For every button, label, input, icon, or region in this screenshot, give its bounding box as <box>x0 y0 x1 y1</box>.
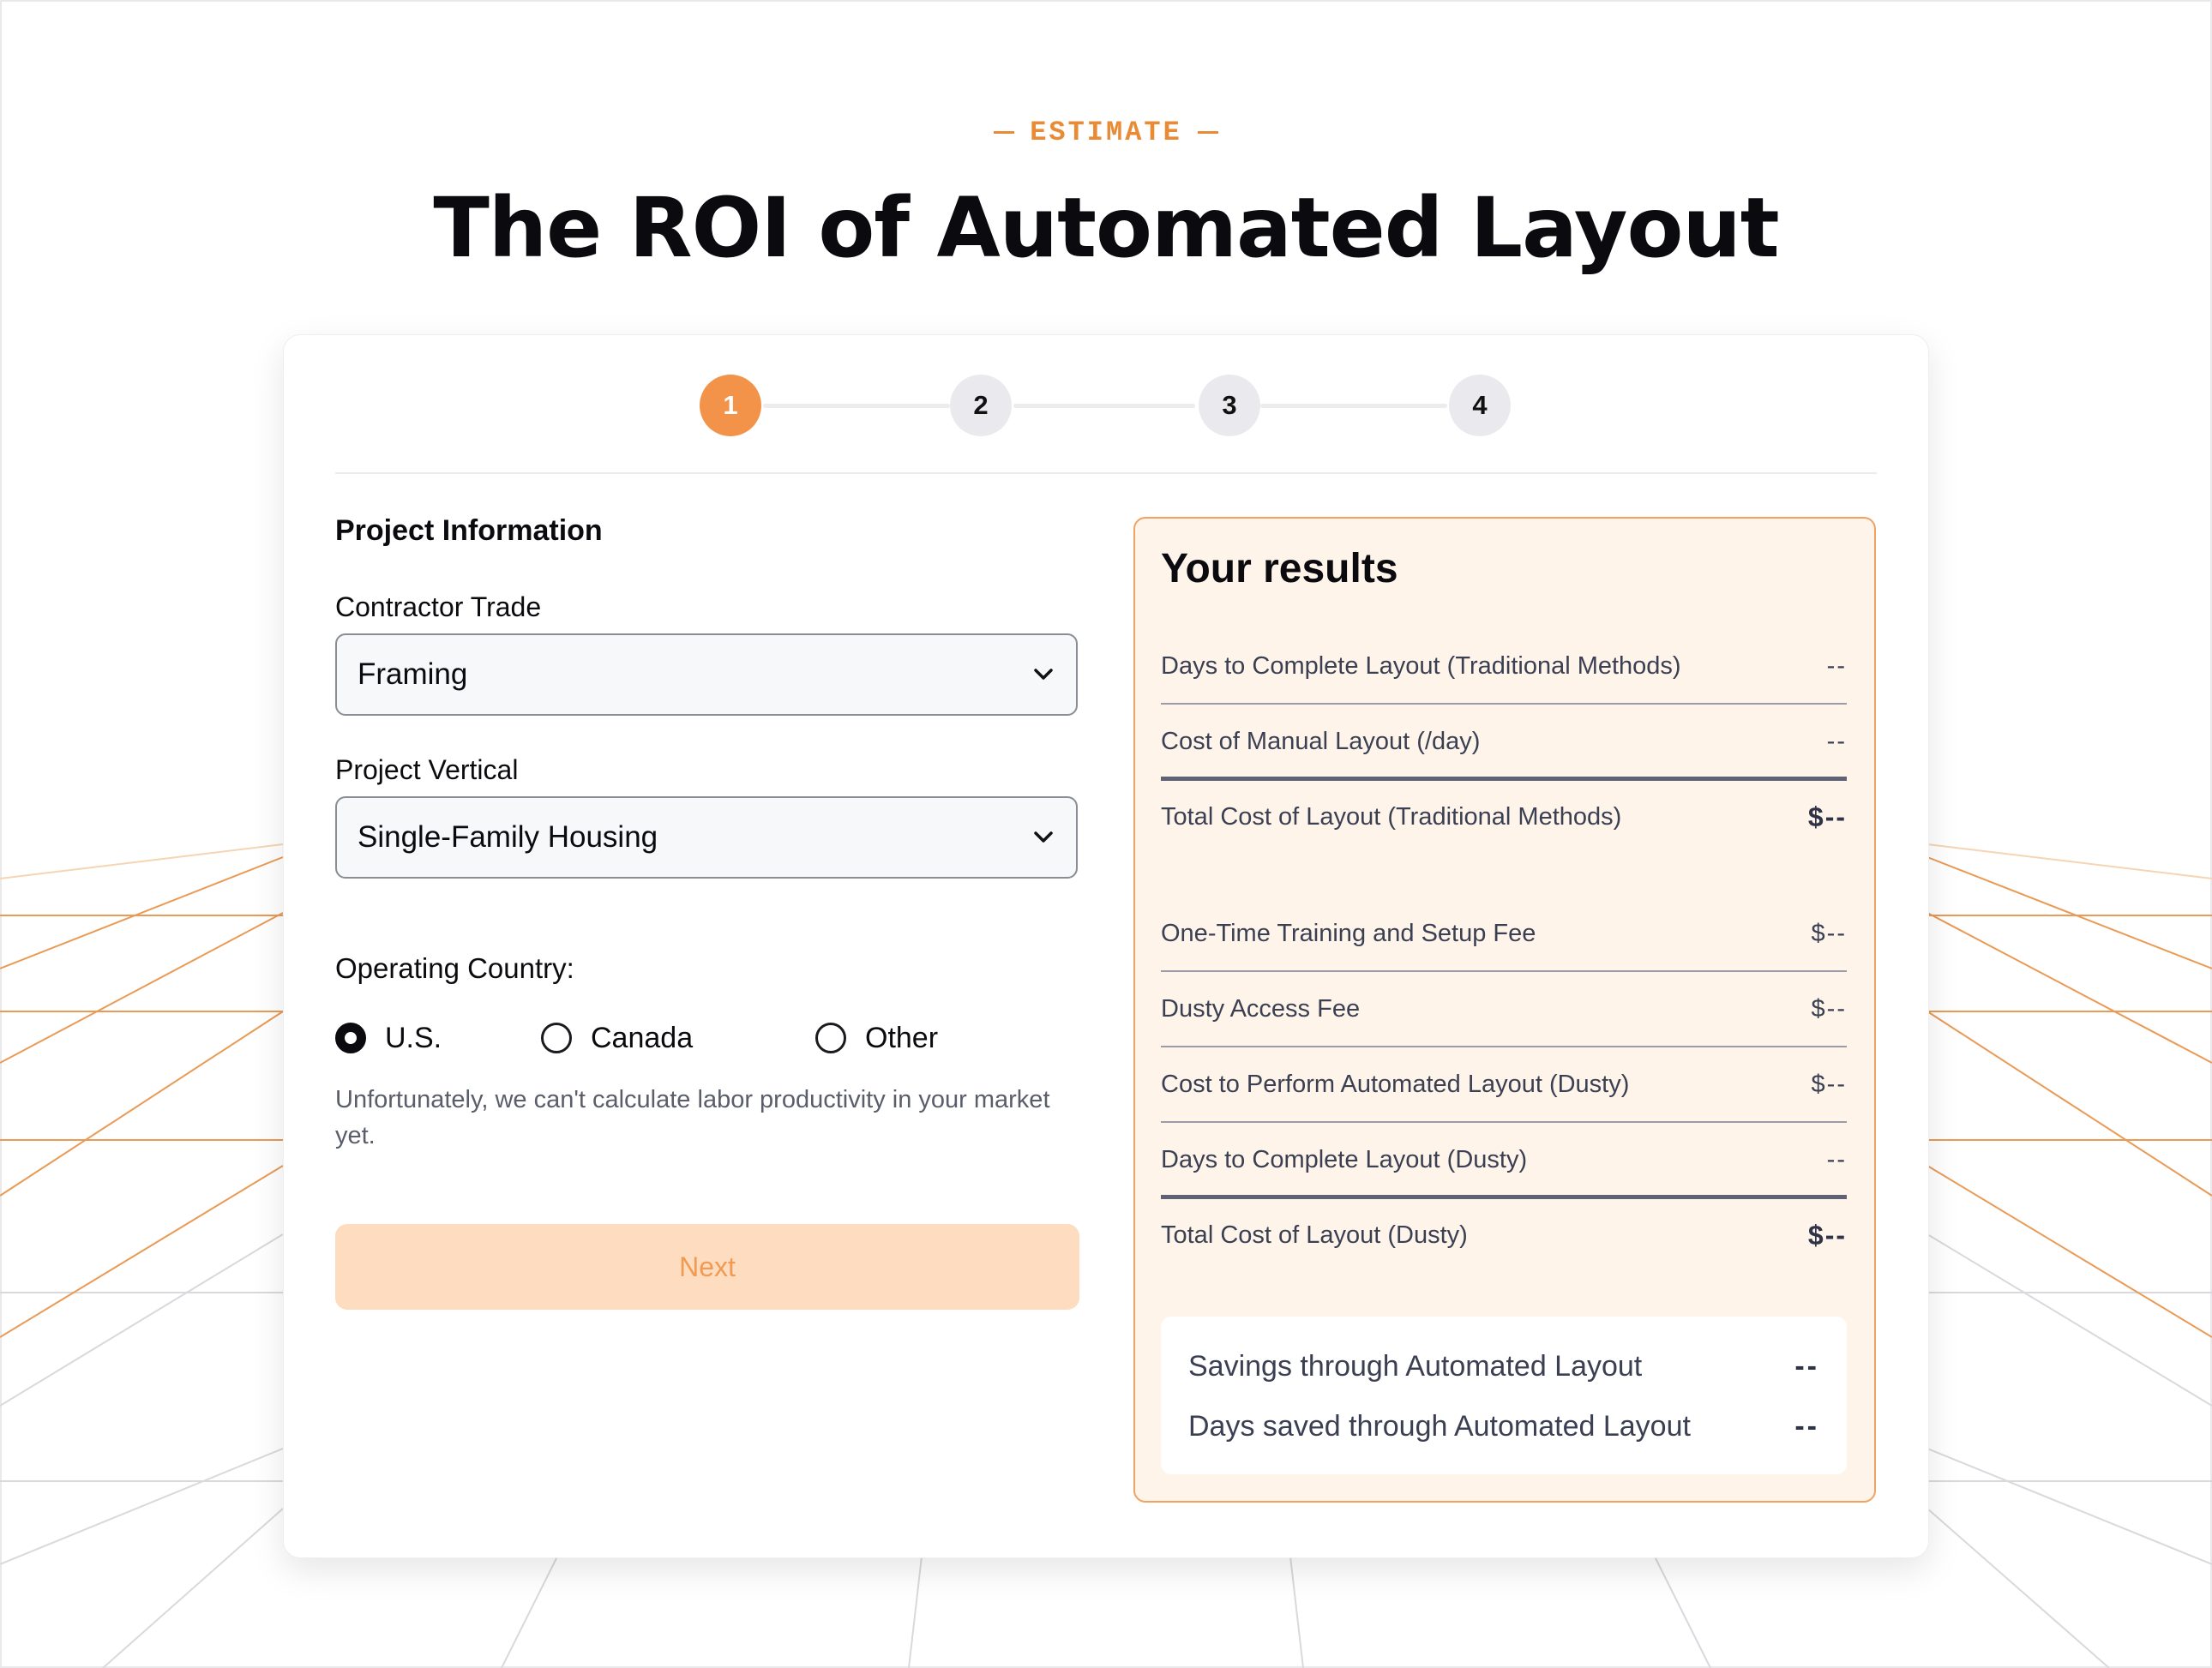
step-3[interactable]: 3 <box>1199 375 1260 436</box>
radio-unchecked-icon <box>541 1023 572 1053</box>
stepper-connector <box>1260 404 1447 408</box>
savings-box: Savings through Automated Layout -- Days… <box>1161 1317 1847 1474</box>
result-value: $-- <box>1811 919 1847 947</box>
result-divider <box>1161 970 1847 972</box>
results-title: Your results <box>1161 546 1398 591</box>
radio-other[interactable]: Other <box>815 1016 938 1060</box>
result-row: Dusty Access Fee $-- <box>1161 989 1847 1029</box>
contractor-trade-value: Framing <box>358 657 468 691</box>
next-button[interactable]: Next <box>335 1224 1079 1310</box>
stepper-divider <box>335 472 1877 474</box>
result-total-divider <box>1161 777 1847 781</box>
eyebrow-dash-left <box>994 130 1015 134</box>
result-row: Days to Complete Layout (Dusty) -- <box>1161 1140 1847 1179</box>
savings-value: -- <box>1794 1409 1819 1443</box>
result-row: Cost to Perform Automated Layout (Dusty)… <box>1161 1065 1847 1104</box>
section-title: Project Information <box>335 514 603 547</box>
result-label: Days to Complete Layout (Dusty) <box>1161 1145 1528 1173</box>
result-label: Dusty Access Fee <box>1161 994 1361 1023</box>
stepper: 1 2 3 4 <box>700 375 1512 436</box>
eyebrow-dash-right <box>1197 130 1218 134</box>
project-vertical-select[interactable]: Single-Family Housing <box>335 796 1078 879</box>
result-value: -- <box>1826 1145 1847 1173</box>
savings-value: -- <box>1794 1349 1819 1383</box>
step-2[interactable]: 2 <box>950 375 1012 436</box>
result-value: -- <box>1826 727 1847 755</box>
step-4[interactable]: 4 <box>1449 375 1511 436</box>
eyebrow: ESTIMATE <box>0 111 2212 153</box>
savings-label: Days saved through Automated Layout <box>1188 1409 1691 1443</box>
result-label: Total Cost of Layout (Dusty) <box>1161 1221 1468 1249</box>
savings-row: Days saved through Automated Layout -- <box>1188 1404 1819 1449</box>
radio-unchecked-icon <box>815 1023 846 1053</box>
result-divider <box>1161 1046 1847 1047</box>
operating-country-label: Operating Country: <box>335 952 574 984</box>
result-value: $-- <box>1807 1219 1847 1251</box>
result-value: $-- <box>1811 1070 1847 1098</box>
result-total-divider <box>1161 1195 1847 1199</box>
result-row: Days to Complete Layout (Traditional Met… <box>1161 646 1847 686</box>
chevron-down-icon <box>1031 825 1055 849</box>
result-row-total: Total Cost of Layout (Dusty) $-- <box>1161 1215 1847 1255</box>
result-value: -- <box>1826 651 1847 680</box>
project-vertical-label: Project Vertical <box>335 754 519 785</box>
result-value: $-- <box>1807 801 1847 832</box>
savings-label: Savings through Automated Layout <box>1188 1349 1643 1383</box>
result-row-total: Total Cost of Layout (Traditional Method… <box>1161 797 1847 837</box>
radio-us[interactable]: U.S. <box>335 1016 442 1060</box>
contractor-trade-select[interactable]: Framing <box>335 633 1078 716</box>
result-label: One-Time Training and Setup Fee <box>1161 919 1536 947</box>
step-1[interactable]: 1 <box>700 375 761 436</box>
result-row: Cost of Manual Layout (/day) -- <box>1161 722 1847 761</box>
result-value: $-- <box>1811 994 1847 1023</box>
project-vertical-value: Single-Family Housing <box>358 820 658 854</box>
savings-row: Savings through Automated Layout -- <box>1188 1344 1819 1389</box>
result-label: Days to Complete Layout (Traditional Met… <box>1161 651 1681 680</box>
result-label: Cost to Perform Automated Layout (Dusty) <box>1161 1070 1630 1098</box>
radio-checked-icon <box>335 1023 366 1053</box>
stepper-connector <box>763 404 950 408</box>
page-title: The ROI of Automated Layout <box>433 180 1779 276</box>
stepper-connector <box>1013 404 1195 408</box>
result-row: One-Time Training and Setup Fee $-- <box>1161 914 1847 953</box>
result-label: Total Cost of Layout (Traditional Method… <box>1161 802 1622 831</box>
market-note: Unfortunately, we can't calculate labor … <box>335 1086 1050 1149</box>
chevron-down-icon <box>1031 663 1055 687</box>
result-label: Cost of Manual Layout (/day) <box>1161 727 1481 755</box>
eyebrow-label: ESTIMATE <box>1030 116 1182 148</box>
result-divider <box>1161 1121 1847 1123</box>
radio-canada[interactable]: Canada <box>541 1016 693 1060</box>
radio-other-label: Other <box>865 1021 939 1054</box>
contractor-trade-label: Contractor Trade <box>335 591 542 622</box>
radio-us-label: U.S. <box>385 1021 442 1054</box>
radio-canada-label: Canada <box>591 1021 694 1054</box>
result-divider <box>1161 703 1847 705</box>
